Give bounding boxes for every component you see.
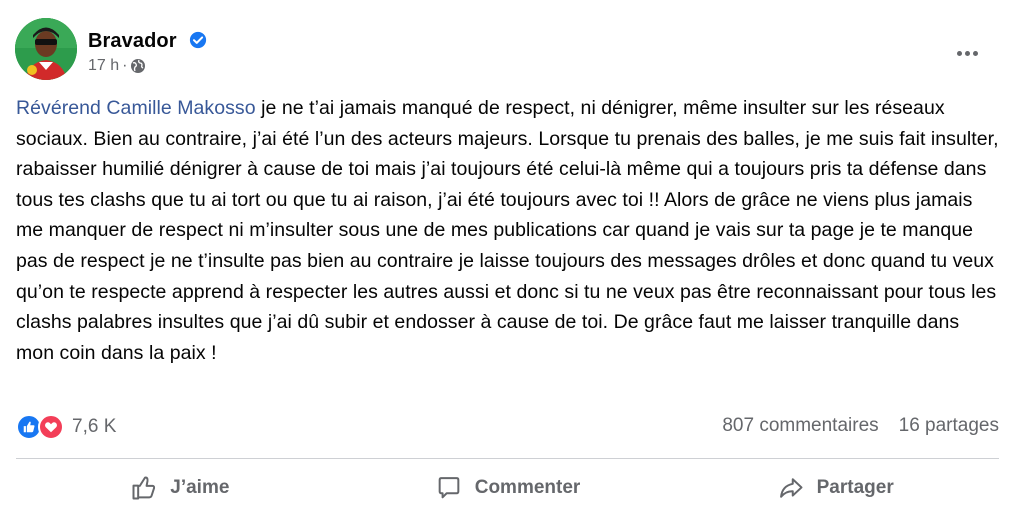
comments-count[interactable]: 807 commentaires — [722, 415, 878, 437]
like-button[interactable]: J’aime — [16, 466, 344, 510]
divider — [16, 458, 999, 459]
more-options-icon[interactable] — [952, 46, 982, 60]
globe-icon — [131, 59, 146, 73]
engagement-stats: 807 commentaires 16 partages — [722, 415, 999, 437]
share-label: Partager — [816, 477, 894, 498]
mention-link[interactable]: Révérend Camille Makosso — [16, 97, 256, 119]
post-meta: 17 h · — [88, 57, 146, 75]
verified-badge-icon — [189, 31, 207, 49]
post-text: Révérend Camille Makosso je ne t’ai jama… — [16, 93, 1001, 368]
reaction-count[interactable]: 7,6 K — [72, 416, 116, 438]
comment-label: Commenter — [474, 477, 581, 498]
thumbs-up-icon — [132, 476, 156, 500]
post-time[interactable]: 17 h — [88, 57, 119, 75]
shares-count[interactable]: 16 partages — [899, 415, 999, 437]
post-body: je ne t’ai jamais manqué de respect, ni … — [16, 97, 999, 364]
author-name[interactable]: Bravador — [88, 30, 177, 53]
avatar[interactable] — [15, 18, 77, 80]
action-bar: J’aime Commenter Partager — [16, 466, 999, 510]
comment-button[interactable]: Commenter — [344, 466, 672, 510]
share-icon — [779, 478, 803, 498]
post-header: Bravador 17 h · — [15, 18, 1010, 82]
comment-icon — [438, 477, 460, 499]
facebook-post: Bravador 17 h · Révérend Camille Makosso… — [0, 0, 1024, 509]
love-reaction-icon — [38, 414, 64, 440]
reaction-icons — [16, 412, 70, 442]
reaction-summary[interactable]: 7,6 K — [16, 412, 116, 442]
time-separator: · — [122, 57, 128, 74]
share-button[interactable]: Partager — [671, 466, 999, 510]
like-label: J’aime — [170, 477, 230, 498]
